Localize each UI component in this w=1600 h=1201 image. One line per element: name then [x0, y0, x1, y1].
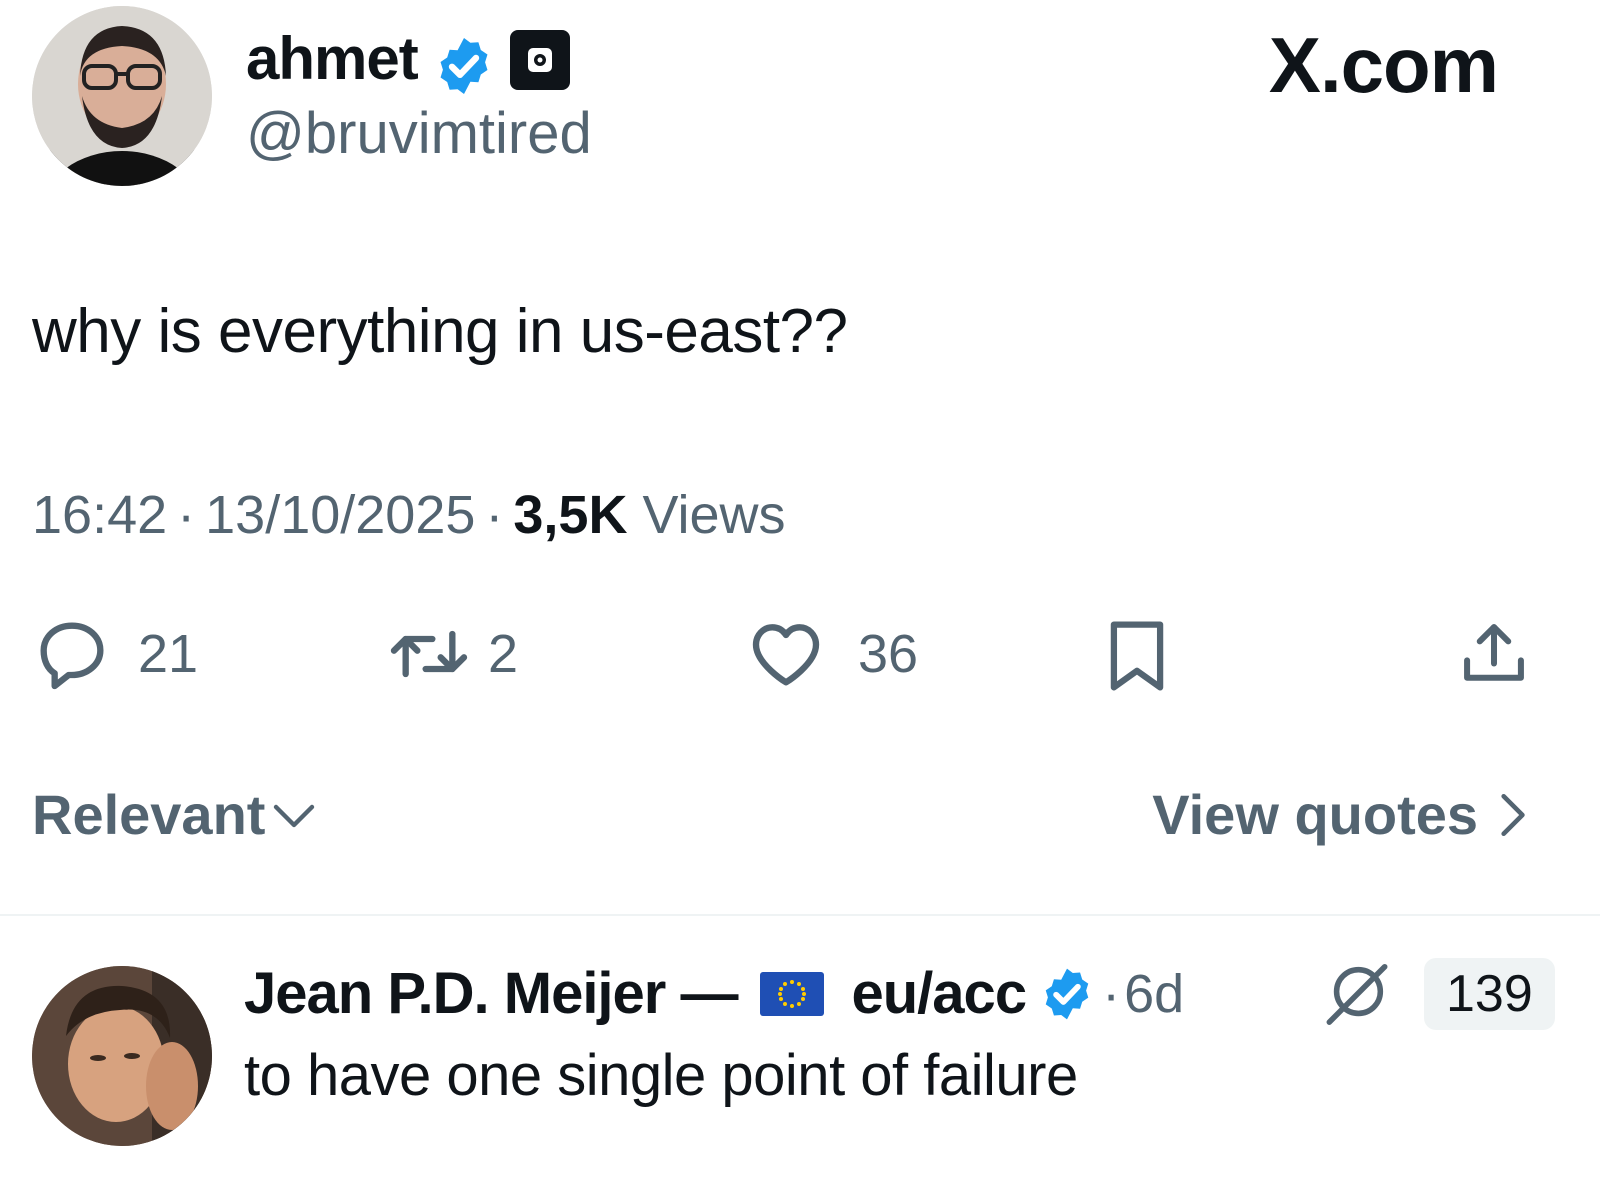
reply-button[interactable]: 21: [32, 614, 198, 694]
tweet-text: why is everything in us-east??: [32, 297, 848, 366]
view-quotes-link[interactable]: View quotes: [1152, 782, 1532, 847]
reply-author-name-suffix[interactable]: eu/acc: [852, 960, 1028, 1027]
view-quotes-label: View quotes: [1152, 783, 1478, 846]
reply-icon: [40, 622, 104, 690]
meta-separator: ·: [177, 485, 196, 545]
sort-replies-dropdown[interactable]: Relevant: [32, 782, 319, 847]
sort-label: Relevant: [32, 783, 266, 846]
retweet-count: 2: [488, 624, 519, 684]
reply-count: 21: [138, 624, 199, 684]
tweet-time[interactable]: 16:42: [32, 485, 167, 545]
author-handle[interactable]: @bruvimtired: [246, 100, 592, 167]
eu-flag-icon: [759, 971, 824, 1016]
verified-badge-icon: [440, 38, 488, 94]
like-button[interactable]: 36: [744, 614, 918, 694]
share-icon: [1464, 624, 1524, 681]
tweet-date[interactable]: 13/10/2025: [205, 485, 475, 545]
meta-separator: ·: [485, 485, 504, 545]
reply-count-pill[interactable]: 139: [1424, 958, 1555, 1030]
reply-author-avatar[interactable]: [32, 966, 212, 1146]
tweet-meta: 16:42 · 13/10/2025 · 3,5K Views: [32, 484, 786, 546]
retweet-icon: [390, 630, 468, 678]
reply-author-name[interactable]: Jean P.D. Meijer —: [244, 960, 738, 1027]
retweet-button[interactable]: 2: [384, 614, 518, 694]
author-name[interactable]: ahmet: [246, 24, 419, 93]
chevron-right-icon: [1501, 793, 1525, 836]
site-label: X.com: [1268, 21, 1499, 109]
share-button[interactable]: [1456, 614, 1532, 694]
reply-count-value: 139: [1446, 965, 1533, 1023]
like-count: 36: [858, 624, 919, 684]
verified-badge-icon: [1045, 968, 1089, 1019]
chevron-down-icon: [274, 804, 315, 827]
affiliate-badge-icon[interactable]: [510, 30, 570, 90]
author-avatar-image: [32, 6, 212, 186]
bookmark-icon: [1110, 621, 1164, 691]
reply-time[interactable]: 6d: [1124, 963, 1184, 1025]
reply-separator: ·: [1102, 963, 1121, 1024]
bookmark-button[interactable]: [1104, 614, 1170, 698]
grok-icon[interactable]: [1322, 958, 1392, 1028]
reply-avatar-image: [32, 966, 212, 1146]
reply-header: Jean P.D. Meijer — eu/acc · 6d: [244, 960, 1184, 1027]
views-count: 3,5K: [513, 485, 628, 545]
author-avatar[interactable]: [32, 6, 212, 186]
reply-text: to have one single point of failure: [244, 1043, 1078, 1108]
views-label: Views: [642, 485, 786, 545]
like-icon: [752, 624, 820, 686]
divider: [0, 914, 1600, 916]
